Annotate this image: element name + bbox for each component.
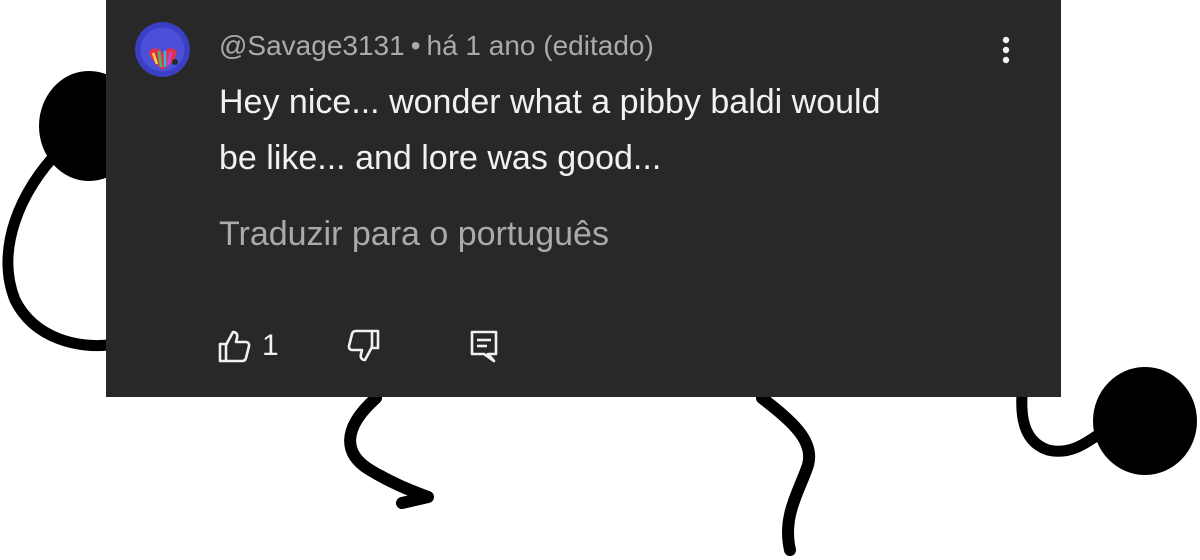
- more-vert-icon: [1002, 36, 1010, 64]
- comment-header: @Savage3131 • há 1 ano (editado): [219, 28, 654, 64]
- like-count: 1: [262, 329, 279, 362]
- translate-link[interactable]: Traduzir para o português: [219, 212, 609, 256]
- comment-line: be like... and lore was good...: [219, 139, 662, 177]
- comment-line: Hey nice... wonder what a pibby baldi wo…: [219, 83, 881, 121]
- more-options-button[interactable]: [991, 30, 1021, 70]
- avatar-image: [135, 22, 190, 77]
- reply-button[interactable]: [466, 324, 502, 368]
- author-handle[interactable]: @Savage3131: [219, 30, 405, 61]
- left-leg-doodle: [344, 392, 434, 509]
- thumb-down-icon: [347, 329, 380, 362]
- thumb-up-icon: [218, 330, 251, 363]
- comment-card: @Savage3131 • há 1 ano (editado) Hey nice.…: [106, 0, 1061, 397]
- like-button[interactable]: 1: [216, 324, 279, 368]
- comment-icon: [470, 330, 498, 363]
- comment-text: Hey nice... wonder what a pibby baldi wo…: [219, 74, 979, 186]
- separator-dot: •: [410, 30, 421, 61]
- comment-timestamp[interactable]: há 1 ano (editado): [427, 30, 654, 61]
- dislike-button[interactable]: [346, 324, 382, 368]
- right-leg-doodle: [756, 392, 816, 556]
- avatar[interactable]: [135, 22, 190, 77]
